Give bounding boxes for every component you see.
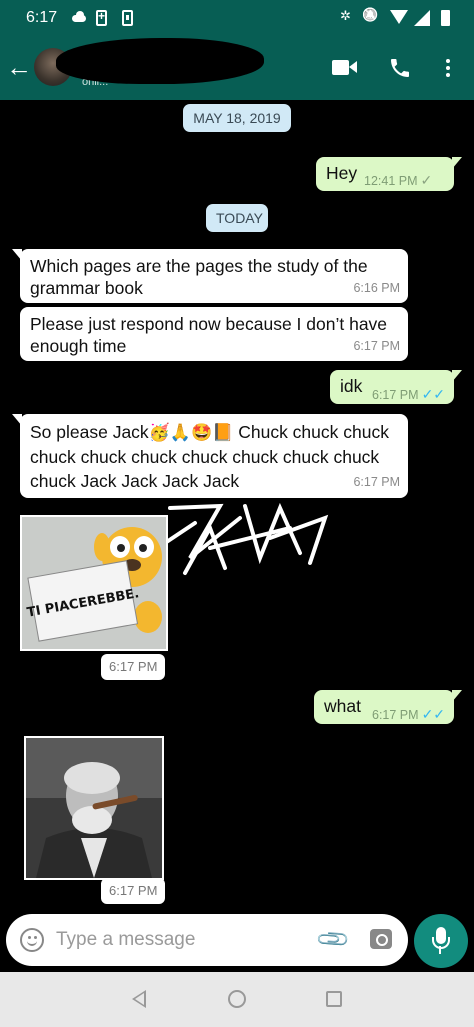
do-not-disturb-icon [364,10,378,26]
camera-icon[interactable] [370,929,392,949]
wifi-icon [390,10,408,26]
bluetooth-icon [340,8,352,26]
message-text: idk [340,376,363,396]
message-time: 6:16 PM [353,281,400,295]
message-bubble-outgoing[interactable]: what 6:17 PM ✓✓ [314,690,462,724]
date-chip: MAY 18, 2019 [183,104,291,132]
cloud-icon [72,10,86,26]
message-text: Hey [326,163,358,183]
read-double-tick-icon: ✓✓ [421,706,446,722]
message-bubble-incoming[interactable]: Please just respond now because I don’t … [20,307,408,361]
image-message[interactable] [24,736,164,880]
nav-home-icon[interactable] [228,990,246,1008]
message-text: Please just respond now because I don’t … [30,314,388,356]
more-options-icon[interactable] [436,56,460,80]
message-text: So please Jack🥳🙏🤩📙 Chuck chuck chuck chu… [30,422,389,491]
message-text: what [324,696,361,716]
voice-call-icon[interactable] [388,56,416,80]
message-composer: 📎 [6,914,408,966]
nav-recents-icon[interactable] [326,991,342,1007]
read-double-tick-icon: ✓✓ [421,386,446,402]
message-bubble-incoming[interactable]: So please Jack🥳🙏🤩📙 Chuck chuck chuck chu… [12,414,408,498]
status-time: 6:17 [26,9,58,26]
system-nav-bar [0,972,474,1027]
nav-back-icon[interactable] [132,990,146,1008]
message-time: 6:17 PM [353,475,400,489]
message-bubble-incoming[interactable]: Which pages are the pages the study of t… [12,249,408,303]
date-chip-today: TODAY [206,204,268,232]
sticker-image: TI PIACEREBBE. [22,517,166,649]
message-time: 6:17 PM ✓✓ [372,386,446,402]
signal-icon [414,10,430,26]
emoji-icon[interactable] [20,928,44,952]
battery-saver-icon [96,9,107,26]
message-time: 6:17 PM [353,339,400,353]
message-bubble-outgoing[interactable]: Hey 12:41 PM ✓ [316,157,462,191]
video-call-icon[interactable] [332,56,360,80]
sd-card-icon [122,10,133,26]
redacted-contact-name [56,38,264,84]
emoji-sequence: 🥳🙏🤩📙 [148,423,234,442]
status-bar: 6:17 [0,0,474,36]
scribble-artwork [163,502,329,575]
attachment-icon[interactable]: 📎 [315,921,352,959]
chat-header: ← onli... [0,36,474,100]
message-time: 6:17 PM [101,654,166,680]
sent-tick-icon: ✓ [420,172,433,188]
battery-icon [441,10,450,26]
back-arrow-icon[interactable]: ← [6,54,32,82]
photo-image [26,738,162,878]
message-input[interactable] [56,926,306,954]
message-time: 6:17 PM [101,878,166,904]
microphone-stem [439,946,441,954]
message-time: 6:17 PM ✓✓ [372,706,446,722]
image-message[interactable]: TI PIACEREBBE. [20,515,168,651]
message-bubble-outgoing[interactable]: idk 6:17 PM ✓✓ [330,370,462,404]
microphone-icon[interactable] [414,914,468,968]
message-text: Which pages are the pages the study of t… [30,256,368,298]
message-time: 12:41 PM ✓ [364,172,433,188]
